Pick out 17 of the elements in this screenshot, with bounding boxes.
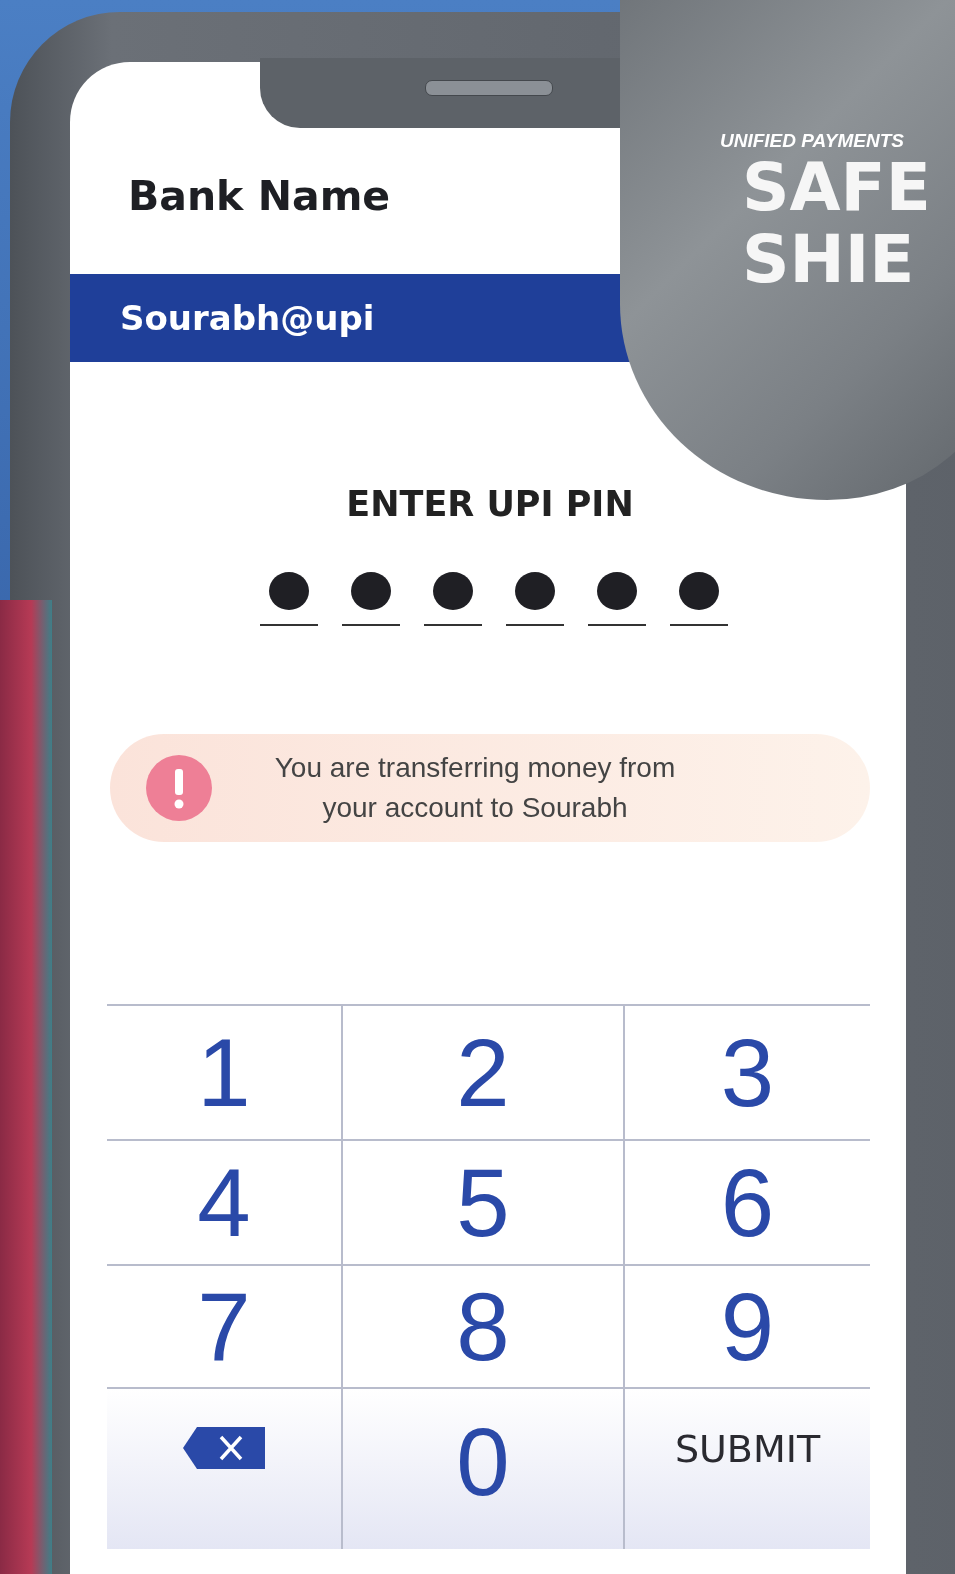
digit-key[interactable]: 1 <box>107 1006 343 1141</box>
digit-key[interactable]: 5 <box>343 1141 625 1266</box>
badge-title: SHIE <box>742 224 916 296</box>
bank-name: Bank Name <box>128 171 391 221</box>
backspace-key[interactable] <box>107 1389 343 1549</box>
alert-icon <box>146 755 212 821</box>
digit-key[interactable]: 2 <box>343 1006 625 1141</box>
alert-message: You are transferring money from your account to Sourabh <box>273 751 677 825</box>
badge-title: SAFE <box>742 152 932 224</box>
vpa-text: Sourabh@upi <box>120 298 375 338</box>
digit-key[interactable]: 0 <box>343 1389 625 1549</box>
pin-title: ENTER UPI PIN <box>345 484 635 524</box>
digit-key[interactable]: 7 <box>107 1266 343 1389</box>
backspace-icon <box>183 1427 265 1469</box>
badge-tagline: UNIFIED PAYMENTS <box>720 130 906 152</box>
digit-key[interactable]: 8 <box>343 1266 625 1389</box>
digit-key[interactable]: 4 <box>107 1141 343 1266</box>
